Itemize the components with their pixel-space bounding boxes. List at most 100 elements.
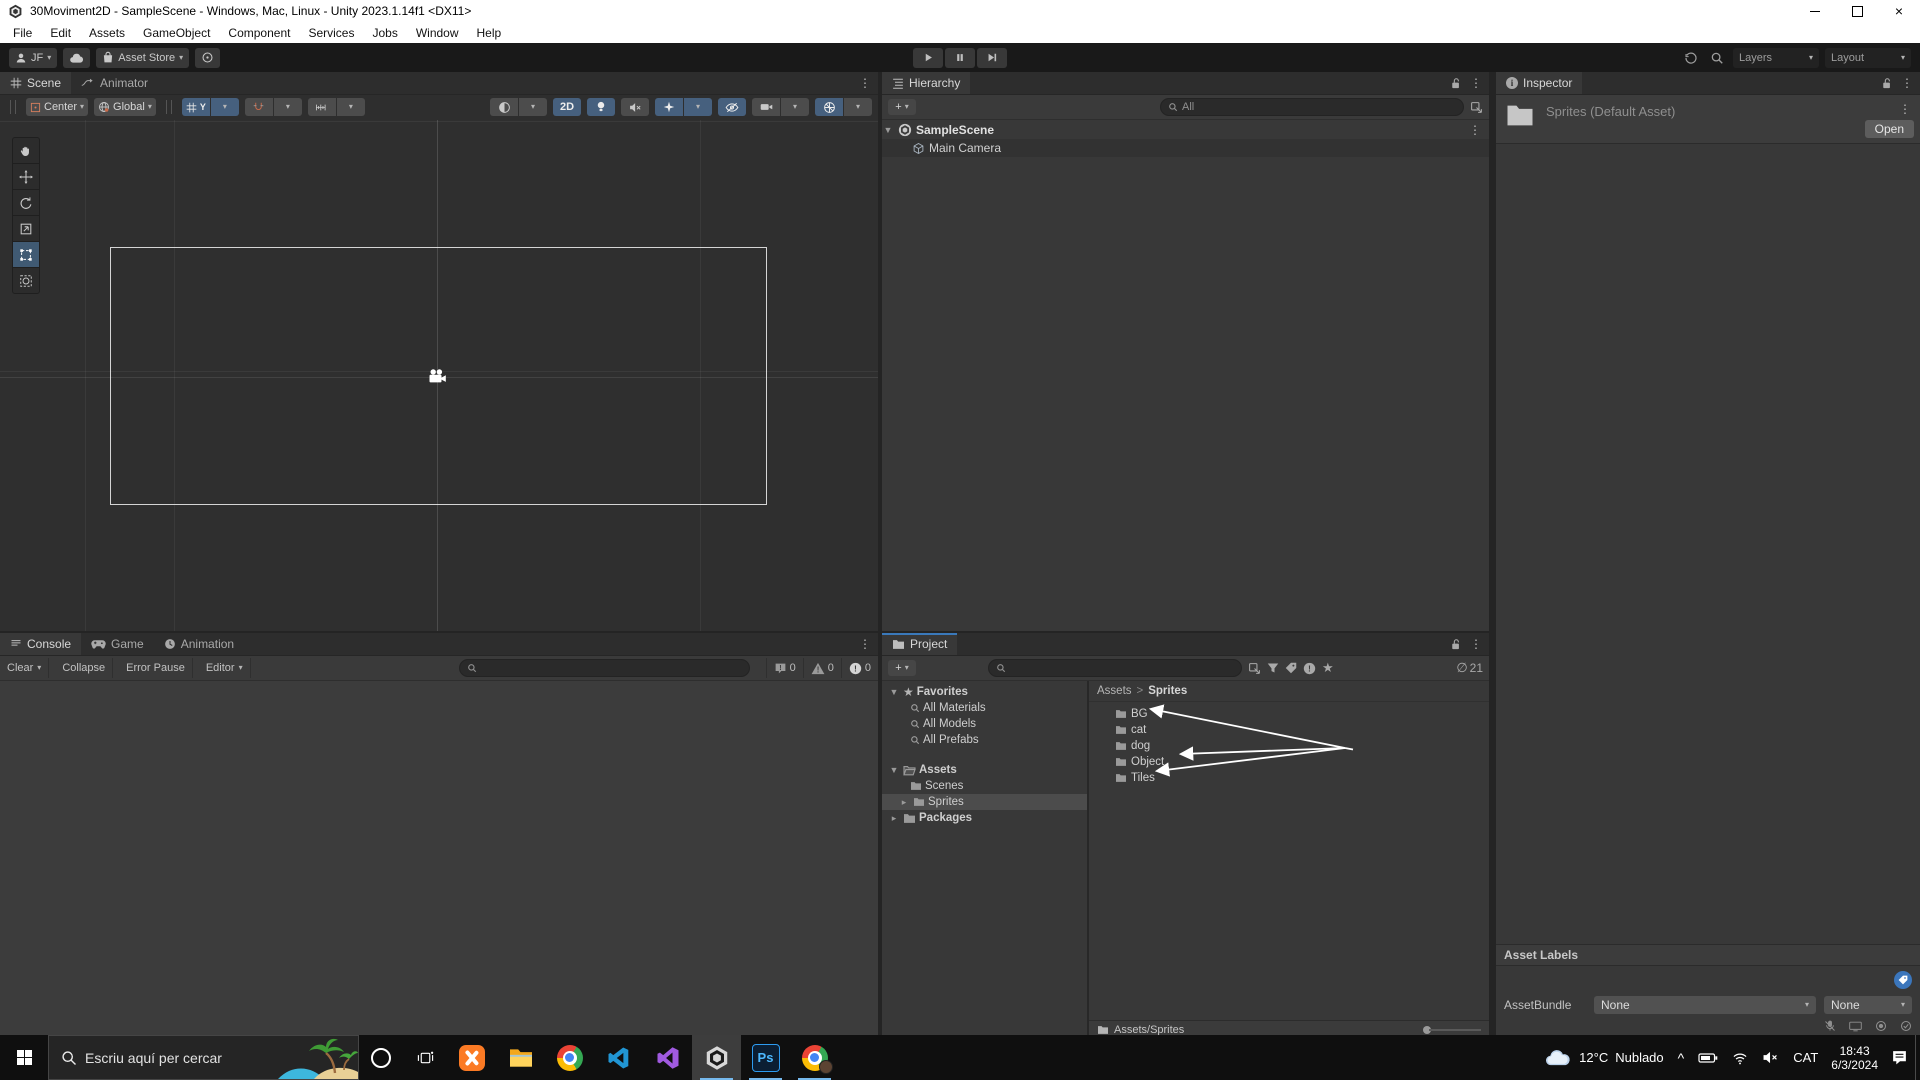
tab-scene[interactable]: Scene	[0, 72, 71, 94]
inspector-menu-kebab[interactable]: ⋮	[1901, 76, 1913, 90]
tree-assets[interactable]: ▼ Assets	[882, 762, 1087, 778]
console-error-counter[interactable]: ! 0	[841, 658, 878, 678]
menu-file[interactable]: File	[4, 26, 41, 40]
menu-window[interactable]: Window	[407, 26, 468, 40]
breadcrumb-sprites[interactable]: Sprites	[1148, 685, 1187, 697]
taskbar-xampp-button[interactable]	[447, 1035, 496, 1080]
view-hand-tool[interactable]	[13, 138, 39, 164]
project-create-button[interactable]: + ▾	[888, 660, 916, 676]
account-button[interactable]: JF ▾	[9, 48, 57, 68]
drag-grip[interactable]	[166, 100, 172, 114]
wifi-indicator[interactable]	[1725, 1035, 1755, 1080]
2d-mode-toggle[interactable]: 2D	[553, 98, 581, 116]
cortana-button[interactable]	[359, 1035, 403, 1080]
console-warning-counter[interactable]: ! 0	[803, 658, 841, 678]
foldout-open-icon[interactable]: ▼	[888, 687, 900, 697]
console-info-counter[interactable]: ! 0	[766, 658, 803, 678]
show-desktop-button[interactable]	[1915, 1035, 1920, 1080]
scene-row-kebab[interactable]: ⋮	[1469, 123, 1489, 137]
menu-help[interactable]: Help	[468, 26, 511, 40]
scale-tool[interactable]	[13, 216, 39, 242]
folder-item-object[interactable]: Object	[1089, 754, 1489, 770]
language-indicator[interactable]: CAT	[1786, 1035, 1825, 1080]
taskbar-chrome-button[interactable]	[545, 1035, 594, 1080]
tab-animator[interactable]: Animator	[71, 72, 158, 94]
status-check-icon[interactable]	[1900, 1020, 1912, 1032]
tab-inspector[interactable]: i Inspector	[1496, 72, 1582, 94]
tab-animation[interactable]: Animation	[154, 633, 244, 655]
effects-toggle[interactable]	[655, 98, 683, 116]
label-tag-button[interactable]	[1894, 971, 1912, 989]
weather-widget[interactable]: 12°C Nublado	[1537, 1035, 1670, 1080]
lock-icon[interactable]	[1882, 78, 1892, 89]
folder-item-cat[interactable]: cat	[1089, 722, 1489, 738]
hidden-count-badge[interactable]: ∅ 21	[1456, 660, 1483, 676]
transform-tool[interactable]	[13, 268, 39, 293]
lock-icon[interactable]	[1451, 639, 1461, 650]
folder-item-tiles[interactable]: Tiles	[1089, 770, 1489, 786]
console-clear-button[interactable]: Clear ▾	[0, 658, 49, 678]
menu-services[interactable]: Services	[299, 26, 363, 40]
hierarchy-create-button[interactable]: + ▾	[888, 99, 916, 115]
rect-tool[interactable]	[13, 242, 39, 268]
panel-divider[interactable]	[882, 631, 1489, 633]
drag-grip[interactable]	[10, 100, 16, 114]
taskbar-unity-button[interactable]	[692, 1035, 741, 1080]
foldout-closed-icon[interactable]: ▸	[888, 813, 900, 824]
maximize-button[interactable]	[1836, 0, 1878, 22]
scene-lighting-toggle[interactable]	[587, 98, 615, 116]
tool-orientation-dropdown[interactable]: Global ▾	[94, 98, 156, 116]
asset-labels-header[interactable]: Asset Labels	[1496, 944, 1920, 966]
close-button[interactable]: ×	[1878, 0, 1920, 22]
taskbar-vscode-button[interactable]	[594, 1035, 643, 1080]
scene-menu-kebab[interactable]: ⋮	[859, 76, 871, 90]
effects-caret[interactable]: ▾	[684, 98, 712, 116]
console-search-field[interactable]	[459, 659, 750, 677]
picker-icon[interactable]	[1248, 662, 1261, 675]
project-menu-kebab[interactable]: ⋮	[1470, 637, 1482, 651]
tree-packages[interactable]: ▸ Packages	[882, 810, 1087, 826]
volume-indicator[interactable]	[1755, 1035, 1786, 1080]
taskbar-visualstudio-button[interactable]	[643, 1035, 692, 1080]
breadcrumb-assets[interactable]: Assets	[1097, 685, 1132, 697]
cloud-services-button[interactable]	[63, 48, 90, 68]
console-log-area[interactable]	[0, 681, 878, 1035]
play-button[interactable]	[913, 48, 943, 68]
gizmos-caret[interactable]: ▾	[844, 98, 872, 116]
move-tool[interactable]	[13, 164, 39, 190]
menu-edit[interactable]: Edit	[41, 26, 80, 40]
folder-item-bg[interactable]: BG	[1089, 706, 1489, 722]
tree-all-models[interactable]: All Models	[882, 716, 1087, 732]
scene-audio-toggle[interactable]	[621, 98, 649, 116]
project-search-field[interactable]	[988, 659, 1242, 677]
assetbundle-variant-dropdown[interactable]: None ▾	[1824, 996, 1912, 1014]
draw-mode-button[interactable]	[490, 98, 518, 116]
menu-jobs[interactable]: Jobs	[363, 26, 406, 40]
hierarchy-row-main-camera[interactable]: Main Camera	[882, 139, 1489, 157]
screen-share-icon[interactable]	[1849, 1020, 1862, 1032]
tab-game[interactable]: Game	[81, 633, 154, 655]
camera-settings-button[interactable]	[752, 98, 780, 116]
panel-divider[interactable]	[878, 72, 882, 1035]
tab-hierarchy[interactable]: Hierarchy	[882, 72, 970, 94]
hierarchy-menu-kebab[interactable]: ⋮	[1470, 76, 1482, 90]
gizmos-toggle[interactable]	[815, 98, 843, 116]
favorite-star-icon[interactable]: ★	[1322, 660, 1334, 676]
open-button[interactable]: Open	[1865, 120, 1914, 138]
folder-item-dog[interactable]: dog	[1089, 738, 1489, 754]
task-view-button[interactable]	[403, 1035, 447, 1080]
target-button[interactable]	[195, 48, 220, 68]
tab-console[interactable]: Console	[0, 633, 81, 655]
foldout-closed-icon[interactable]: ▸	[898, 797, 910, 808]
filter-by-type-icon[interactable]	[1267, 662, 1279, 674]
taskbar-chrome-profile-button[interactable]	[790, 1035, 839, 1080]
layers-dropdown[interactable]: Layers ▾	[1733, 48, 1819, 68]
taskbar-explorer-button[interactable]	[496, 1035, 545, 1080]
asset-header-kebab[interactable]: ⋮	[1899, 102, 1911, 116]
alert-icon[interactable]: !	[1303, 662, 1316, 675]
hierarchy-row-scene[interactable]: ▼ SampleScene ⋮	[882, 121, 1489, 139]
layout-dropdown[interactable]: Layout ▾	[1825, 48, 1911, 68]
assetbundle-dropdown[interactable]: None ▾	[1594, 996, 1816, 1014]
rotate-tool[interactable]	[13, 190, 39, 216]
start-button[interactable]	[0, 1035, 48, 1080]
